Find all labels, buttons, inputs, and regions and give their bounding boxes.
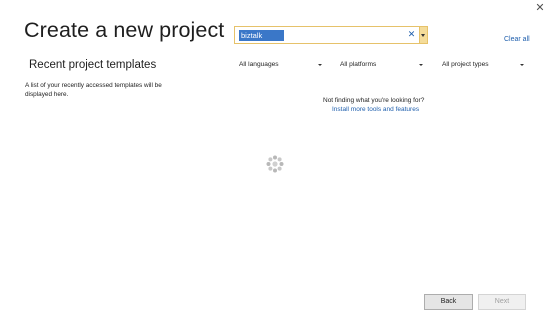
search-input[interactable] [239,30,284,41]
language-filter-value: All languages [239,61,279,68]
search-history-dropdown-button[interactable] [420,26,428,44]
close-icon[interactable]: ✕ [533,1,547,15]
install-more-tools-link[interactable]: Install more tools and features [332,106,419,113]
chevron-down-icon [520,64,524,66]
project-type-filter-dropdown[interactable]: All project types [438,58,526,72]
project-type-filter-value: All project types [442,61,489,68]
page-title: Create a new project [24,18,225,42]
back-button[interactable]: Back [424,294,473,310]
chevron-down-icon [421,34,425,37]
chevron-down-icon [318,64,322,66]
recent-templates-empty-message: A list of your recently accessed templat… [25,82,162,98]
language-filter-dropdown[interactable]: All languages [235,58,326,72]
platform-filter-dropdown[interactable]: All platforms [336,58,427,72]
next-button[interactable]: Next [478,294,526,310]
recent-templates-heading: Recent project templates [29,59,157,71]
platform-filter-value: All platforms [340,61,377,68]
loading-spinner-icon [266,155,284,173]
not-finding-text: Not finding what you're looking for? [323,97,425,104]
chevron-down-icon [419,64,423,66]
clear-all-link[interactable]: Clear all [504,36,530,43]
search-box[interactable]: ✕ [234,26,420,44]
clear-search-icon[interactable]: ✕ [406,29,417,41]
